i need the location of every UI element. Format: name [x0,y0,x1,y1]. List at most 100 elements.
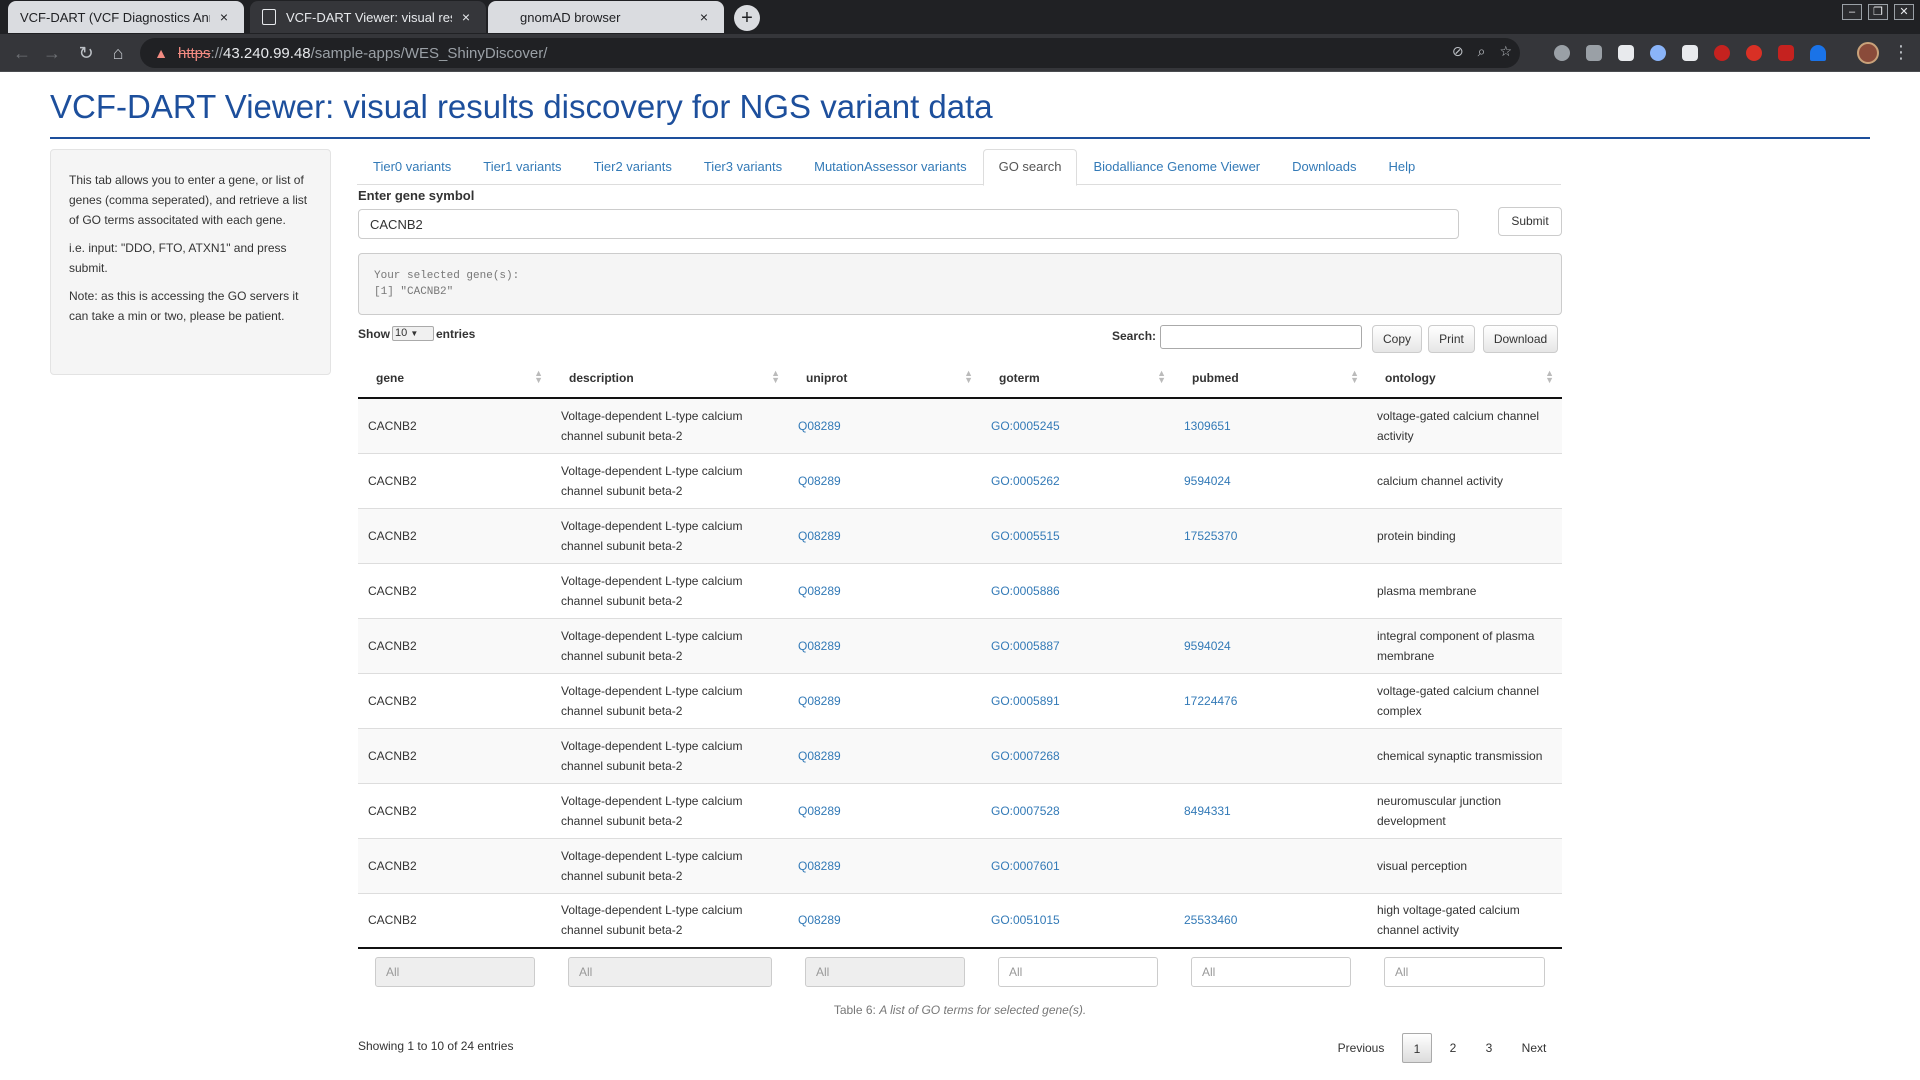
warning-icon[interactable]: ▲ [152,44,170,62]
menu-dots-icon[interactable]: ⋮ [1892,42,1910,62]
column-header-ontology[interactable]: ontology ▲ ▼ [1367,358,1562,399]
home-icon[interactable]: ⌂ [106,41,130,65]
tab-tier2-variants[interactable]: Tier2 variants [578,149,688,185]
tab-tier3-variants[interactable]: Tier3 variants [688,149,798,185]
column-header-pubmed[interactable]: pubmed ▲ ▼ [1174,358,1367,399]
uniprot-link[interactable]: Q08289 [798,419,841,433]
tab-go-search[interactable]: GO search [982,149,1078,186]
pubmed-link[interactable]: 8494331 [1184,804,1231,818]
tab-biodalliance-genome-viewer[interactable]: Biodalliance Genome Viewer [1077,149,1276,185]
tab-tier1-variants[interactable]: Tier1 variants [467,149,577,185]
goterm-link[interactable]: GO:0005887 [991,639,1060,653]
goterm-link[interactable]: GO:0005515 [991,529,1060,543]
cell-pubmed: 17525370 [1174,508,1367,564]
cell-gene: CACNB2 [358,563,551,619]
bookmark-star-icon[interactable]: ☆ [1499,43,1512,60]
output-line: Your selected gene(s): [374,270,520,282]
goterm-link[interactable]: GO:0007528 [991,804,1060,818]
pagination-page-2[interactable]: 2 [1438,1033,1468,1063]
tab-tier0-variants[interactable]: Tier0 variants [357,149,467,185]
extension-icon[interactable] [1746,45,1762,61]
extension-icon[interactable] [1586,45,1602,61]
uniprot-link[interactable]: Q08289 [798,749,841,763]
goterm-link[interactable]: GO:0005245 [991,419,1060,433]
goterm-link[interactable]: GO:0005891 [991,694,1060,708]
forward-arrow-icon[interactable]: → [40,41,64,65]
goterm-link[interactable]: GO:0051015 [991,913,1060,927]
column-header-gene[interactable]: gene ▲ ▼ [358,358,551,399]
uniprot-link[interactable]: Q08289 [798,474,841,488]
pagination-page-3[interactable]: 3 [1474,1033,1504,1063]
pubmed-link[interactable]: 17525370 [1184,529,1237,543]
profile-avatar[interactable] [1857,42,1879,64]
gene-symbol-input[interactable] [358,209,1459,239]
filter-ontology-input[interactable]: All [1384,957,1545,987]
reload-icon[interactable]: ↻ [74,41,98,65]
pubmed-link[interactable]: 25533460 [1184,913,1237,927]
uniprot-link[interactable]: Q08289 [798,584,841,598]
pagination-next[interactable]: Next [1512,1033,1556,1063]
column-header-goterm[interactable]: goterm ▲ ▼ [981,358,1174,399]
pubmed-link[interactable]: 1309651 [1184,419,1231,433]
extension-icon[interactable] [1682,45,1698,61]
print-button[interactable]: Print [1428,325,1475,353]
uniprot-link[interactable]: Q08289 [798,859,841,873]
browser-tab-viewer[interactable]: VCF-DART Viewer: visual results × [250,1,486,33]
close-icon[interactable]: × [458,9,474,25]
tab-help[interactable]: Help [1372,149,1431,185]
new-tab-button[interactable]: + [734,5,760,31]
pagination-previous[interactable]: Previous [1326,1033,1396,1063]
extension-icon[interactable] [1554,45,1570,61]
extension-icon[interactable] [1778,45,1794,61]
restore-button[interactable]: ❐ [1868,4,1888,20]
download-button[interactable]: Download [1483,325,1558,353]
pagination-page-1[interactable]: 1 [1402,1033,1432,1063]
blocked-icon[interactable]: ⊘ [1452,43,1464,60]
sort-icon: ▲ ▼ [771,368,780,385]
uniprot-link[interactable]: Q08289 [798,804,841,818]
pubmed-link[interactable]: 17224476 [1184,694,1237,708]
filter-description-input[interactable]: All [568,957,772,987]
cell-goterm: GO:0005515 [981,508,1174,564]
goterm-link[interactable]: GO:0005262 [991,474,1060,488]
uniprot-link[interactable]: Q08289 [798,529,841,543]
extension-icon[interactable] [1810,45,1826,61]
uniprot-link[interactable]: Q08289 [798,913,841,927]
url-path: /sample-apps/WES_ShinyDiscover/ [310,44,548,62]
back-arrow-icon[interactable]: ← [10,41,34,65]
extension-icon[interactable] [1714,45,1730,61]
tab-mutationassessor-variants[interactable]: MutationAssessor variants [798,149,982,185]
extension-icon[interactable] [1650,45,1666,61]
sort-icon: ▲ ▼ [964,368,973,385]
tab-downloads[interactable]: Downloads [1276,149,1372,185]
goterm-link[interactable]: GO:0007601 [991,859,1060,873]
entries-length-select[interactable]: 10 ▼ [392,326,434,341]
browser-tab-gnomad[interactable]: gnomAD browser × [488,1,724,33]
address-bar[interactable]: ▲ https://43.240.99.48/sample-apps/WES_S… [140,38,1520,68]
close-icon[interactable]: × [696,9,712,25]
filter-goterm-input[interactable]: All [998,957,1158,987]
table-row: CACNB2 Voltage-dependent L-type calcium … [358,618,1562,674]
browser-tab-vcf-dart[interactable]: VCF-DART (VCF Diagnostics Ann × [8,1,244,33]
zoom-icon[interactable]: ⌕ [1478,43,1486,60]
cell-goterm: GO:0007268 [981,728,1174,784]
close-window-button[interactable]: ✕ [1894,4,1914,20]
minimize-button[interactable]: – [1842,4,1862,20]
column-header-description[interactable]: description ▲ ▼ [551,358,788,399]
pubmed-link[interactable]: 9594024 [1184,474,1231,488]
goterm-link[interactable]: GO:0005886 [991,584,1060,598]
submit-button[interactable]: Submit [1498,207,1562,236]
close-icon[interactable]: × [216,9,232,25]
uniprot-link[interactable]: Q08289 [798,639,841,653]
table-search-input[interactable] [1160,325,1362,349]
pubmed-link[interactable]: 9594024 [1184,639,1231,653]
goterm-link[interactable]: GO:0007268 [991,749,1060,763]
column-header-uniprot[interactable]: uniprot ▲ ▼ [788,358,981,399]
copy-button[interactable]: Copy [1372,325,1422,353]
extension-icon[interactable] [1618,45,1634,61]
filter-uniprot-input[interactable]: All [805,957,965,987]
browser-tab-title: VCF-DART (VCF Diagnostics Ann [20,9,210,25]
filter-gene-input[interactable]: All [375,957,535,987]
uniprot-link[interactable]: Q08289 [798,694,841,708]
filter-pubmed-input[interactable]: All [1191,957,1351,987]
